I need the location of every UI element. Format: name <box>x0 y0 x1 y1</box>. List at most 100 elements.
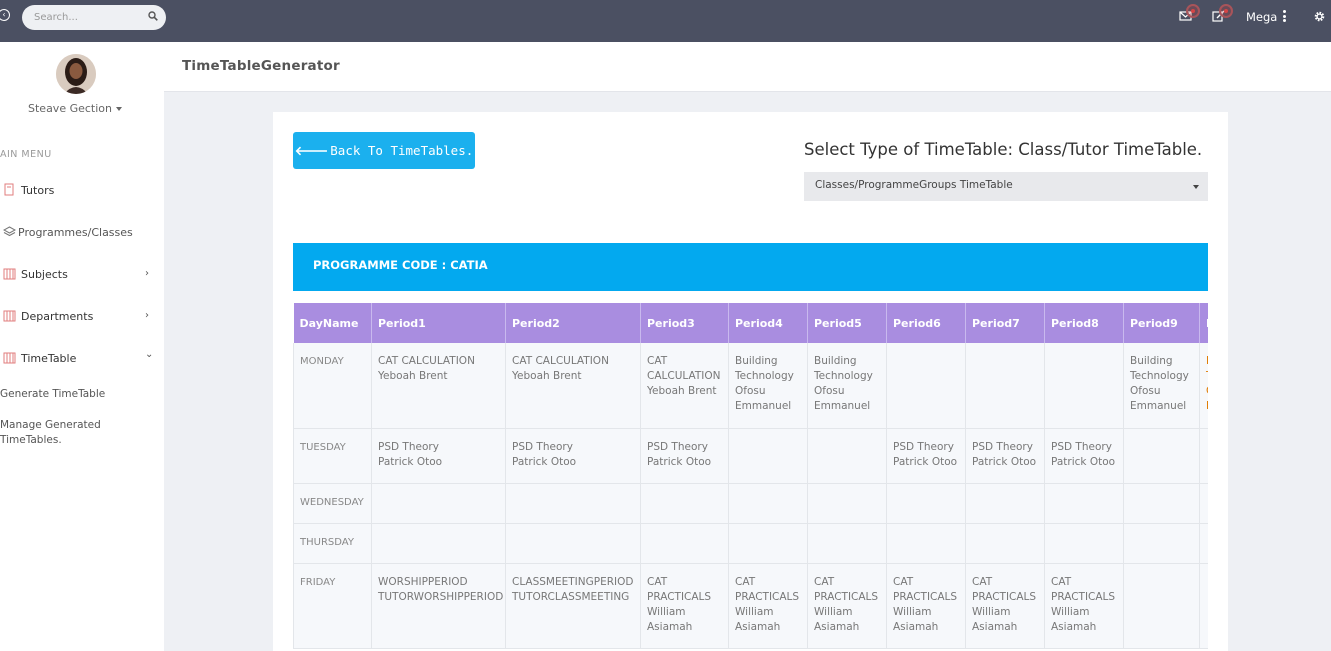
timetable-cell[interactable] <box>965 483 1045 524</box>
cell-text: William Asiamah <box>893 605 939 633</box>
timetable-cell[interactable]: Building Technology Ofosu Emmanuel <box>1123 343 1200 429</box>
cell-text: PSD Theory <box>647 440 708 453</box>
sidebar-item-departments[interactable]: Departments › <box>0 308 164 328</box>
cell-text: PSD Theory <box>1051 440 1112 453</box>
table-row: MONDAY CAT CALCULATION Yeboah Brent CAT CAL… <box>293 343 1208 429</box>
timetable-cell[interactable]: CAT PRACTICALS William Asiamah <box>807 563 887 649</box>
timetable-cell[interactable] <box>965 523 1045 564</box>
caret-down-icon <box>116 107 122 111</box>
sidebar-item-label: Tutors <box>21 184 55 197</box>
timetable-cell[interactable]: PSD Theory Patrick Otoo <box>640 428 729 484</box>
timetable-cell[interactable] <box>505 523 641 564</box>
timetable-cell[interactable] <box>1199 523 1208 564</box>
timetable-cell[interactable] <box>728 523 808 564</box>
user-menu-label[interactable]: Mega <box>1246 10 1277 24</box>
layers-icon <box>3 226 16 237</box>
timetable-cell[interactable]: PSD Theory Patrick Otoo <box>505 428 641 484</box>
timetable-cell[interactable] <box>505 483 641 524</box>
timetable-cell[interactable] <box>728 483 808 524</box>
timetable-cell[interactable] <box>1199 428 1208 484</box>
cell-text: Patrick Otoo <box>1051 455 1116 468</box>
search-icon[interactable] <box>148 11 158 21</box>
sidebar-item-tutors[interactable]: Tutors <box>0 182 164 202</box>
timetable-cell[interactable] <box>886 483 966 524</box>
table-row: THURSDAY <box>293 523 1208 564</box>
back-circle-icon[interactable]: ‹ <box>0 9 10 21</box>
timetable-cell[interactable]: CAT PRACTICALS William Asiamah <box>728 563 808 649</box>
timetable-cell[interactable] <box>640 523 729 564</box>
timetable-cell[interactable] <box>1199 563 1208 649</box>
timetable-cell[interactable] <box>807 483 887 524</box>
timetable-cell[interactable]: CAT CALCULATION Yeboah Brent <box>640 343 729 429</box>
column-header-period: Period4 <box>728 303 808 343</box>
timetable-cell[interactable] <box>1044 483 1124 524</box>
cell-text: WORSHIPPERIOD <box>378 575 468 588</box>
column-header-period: Period1 <box>371 303 506 343</box>
column-header-period: Period3 <box>640 303 729 343</box>
column-header-period: Period5 <box>807 303 887 343</box>
timetable-cell[interactable]: BTOE <box>1199 343 1208 429</box>
timetable-cell[interactable]: CLASSMEETINGPERIOD TUTORCLASSMEETING <box>505 563 641 649</box>
timetable-cell[interactable] <box>1199 483 1208 524</box>
timetable-cell[interactable] <box>640 483 729 524</box>
departments-icon <box>3 310 16 322</box>
sidebar-item-timetable[interactable]: TimeTable ⌄ <box>0 349 164 370</box>
timetable-cell[interactable] <box>886 523 966 564</box>
sidebar-item-programmes[interactable]: Programmes/Classes <box>0 224 164 244</box>
column-header-period: Period2 <box>505 303 641 343</box>
sidebar-item-subjects[interactable]: Subjects › <box>0 266 164 286</box>
cell-text: O <box>1206 384 1208 399</box>
timetable-cell[interactable]: PSD Theory Patrick Otoo <box>1044 428 1124 484</box>
timetable-cell[interactable] <box>1123 428 1200 484</box>
timetable-cell[interactable]: PSD Theory Patrick Otoo <box>886 428 966 484</box>
timetable-cell[interactable] <box>371 483 506 524</box>
cell-text: Building Technology <box>814 355 873 382</box>
timetable-cell[interactable]: Building Technology Ofosu Emmanuel <box>728 343 808 429</box>
timetable-cell[interactable]: PSD Theory Patrick Otoo <box>371 428 506 484</box>
column-header-period: Period7 <box>965 303 1045 343</box>
search-box[interactable] <box>22 5 166 30</box>
timetable-cell[interactable]: PSD Theory Patrick Otoo <box>965 428 1045 484</box>
timetable-cell[interactable]: CAT PRACTICALS William Asiamah <box>640 563 729 649</box>
timetable-cell[interactable]: WORSHIPPERIOD TUTORWORSHIPPERIOD <box>371 563 506 649</box>
cell-text: CAT PRACTICALS <box>647 575 712 603</box>
tutors-icon <box>4 183 14 196</box>
timetable-cell[interactable]: CAT PRACTICALS William Asiamah <box>965 563 1045 649</box>
timetable-cell[interactable] <box>807 428 887 484</box>
timetable-cell[interactable] <box>371 523 506 564</box>
sidebar-subitem-manage-timetables[interactable]: Manage Generated TimeTables. <box>0 418 120 448</box>
timetable-cell[interactable]: CAT CALCULATION Yeboah Brent <box>505 343 641 429</box>
cell-text: Yeboah Brent <box>378 370 448 382</box>
timetable-cell[interactable]: Building Technology Ofosu Emmanuel <box>807 343 887 429</box>
timetable-cell[interactable] <box>965 343 1045 429</box>
cell-text: William Asiamah <box>1051 605 1097 633</box>
gear-icon[interactable] <box>1313 10 1326 23</box>
search-input[interactable] <box>34 8 144 27</box>
timetable-cell[interactable] <box>886 343 966 429</box>
cell-text: CAT PRACTICALS <box>972 575 1037 603</box>
kebab-icon[interactable] <box>1283 10 1287 23</box>
profile-name[interactable]: Steave Gection <box>0 102 150 115</box>
cell-text: B <box>1206 354 1208 369</box>
back-to-timetables-button[interactable]: 🡐 Back To TimeTables. <box>293 132 475 169</box>
timetable-cell[interactable] <box>807 523 887 564</box>
cell-text: Patrick Otoo <box>972 455 1037 468</box>
cell-text: PSD Theory <box>972 440 1033 453</box>
timetable-cell[interactable] <box>1123 483 1200 524</box>
timetable-cell[interactable] <box>1123 523 1200 564</box>
column-header-period: Period6 <box>886 303 966 343</box>
timetable-cell[interactable]: CAT PRACTICALS William Asiamah <box>1044 563 1124 649</box>
timetable-cell[interactable]: CAT CALCULATION Yeboah Brent <box>371 343 506 429</box>
timetable-table-wrapper[interactable]: DayName Period1 Period2 Period3 Period4 Perio… <box>293 303 1208 651</box>
timetable-cell[interactable] <box>1044 343 1124 429</box>
timetable-cell[interactable] <box>728 428 808 484</box>
table-row: TUESDAY PSD Theory Patrick Otoo PSD Theory P… <box>293 428 1208 484</box>
table-row: WEDNESDAY <box>293 483 1208 524</box>
cell-text: Ofosu Emmanuel <box>1130 385 1187 412</box>
timetable-cell[interactable] <box>1123 563 1200 649</box>
avatar[interactable] <box>56 54 96 94</box>
timetable-type-select[interactable]: Classes/ProgrammeGroups TimeTable <box>804 172 1208 201</box>
sidebar-subitem-generate-timetable[interactable]: Generate TimeTable <box>0 387 160 402</box>
timetable-cell[interactable]: CAT PRACTICALS William Asiamah <box>886 563 966 649</box>
timetable-cell[interactable] <box>1044 523 1124 564</box>
